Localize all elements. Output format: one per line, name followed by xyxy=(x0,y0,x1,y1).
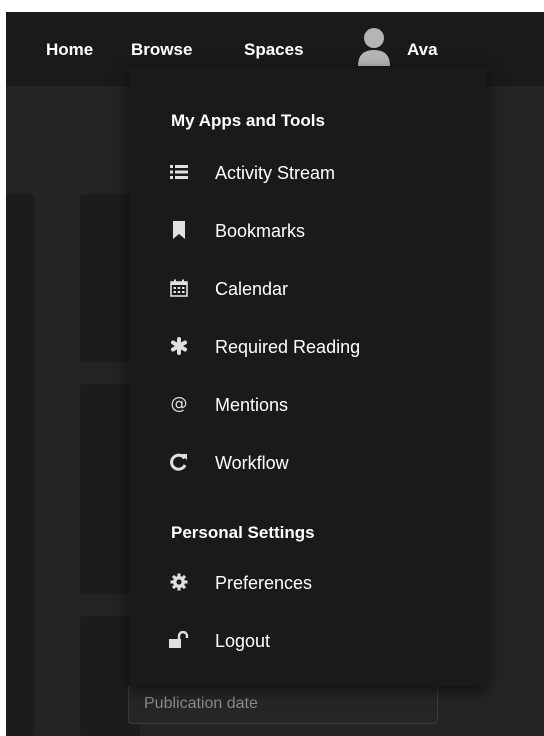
menu-item-label: Calendar xyxy=(215,279,289,299)
gear-icon xyxy=(169,572,189,592)
menu-item-calendar[interactable]: Calendar xyxy=(129,264,487,316)
user-menu-name[interactable]: Ava xyxy=(407,40,438,60)
nav-browse[interactable]: Browse xyxy=(131,40,192,60)
menu-item-label: Bookmarks xyxy=(215,221,306,241)
refresh-icon xyxy=(169,452,189,472)
menu-item-logout[interactable]: Logout xyxy=(129,616,487,668)
section-heading-apps: My Apps and Tools xyxy=(171,111,325,130)
menu-item-label: Workflow xyxy=(215,453,289,473)
menu-item-label: Mentions xyxy=(215,395,289,415)
user-dropdown-menu: My Apps and Tools Activity Stream Bookma… xyxy=(129,68,487,686)
section-heading-settings: Personal Settings xyxy=(171,523,315,542)
menu-item-label: Preferences xyxy=(215,573,313,593)
menu-item-mentions[interactable]: @ Mentions xyxy=(129,380,487,432)
menu-item-label: Activity Stream xyxy=(215,163,336,183)
nav-spaces[interactable]: Spaces xyxy=(244,40,304,60)
menu-item-activity-stream[interactable]: Activity Stream xyxy=(129,148,487,200)
menu-item-preferences[interactable]: Preferences xyxy=(129,558,487,610)
publication-date-input[interactable]: Publication date xyxy=(128,684,438,724)
at-icon: @ xyxy=(170,394,188,414)
menu-item-required-reading[interactable]: Required Reading xyxy=(129,322,487,374)
menu-item-label: Logout xyxy=(215,631,271,651)
publication-date-placeholder: Publication date xyxy=(144,695,258,712)
list-icon xyxy=(169,162,189,182)
app-window: Home Browse Spaces Ava Publication date … xyxy=(6,12,544,736)
calendar-icon xyxy=(169,278,189,298)
unlock-icon xyxy=(169,630,189,650)
user-avatar-icon[interactable] xyxy=(357,26,391,66)
asterisk-icon xyxy=(169,336,189,356)
menu-item-workflow[interactable]: Workflow xyxy=(129,438,487,490)
background-panel-left xyxy=(6,194,34,736)
menu-item-bookmarks[interactable]: Bookmarks xyxy=(129,206,487,258)
bookmark-icon xyxy=(169,220,189,240)
menu-item-label: Required Reading xyxy=(215,337,361,357)
nav-home[interactable]: Home xyxy=(46,40,93,60)
